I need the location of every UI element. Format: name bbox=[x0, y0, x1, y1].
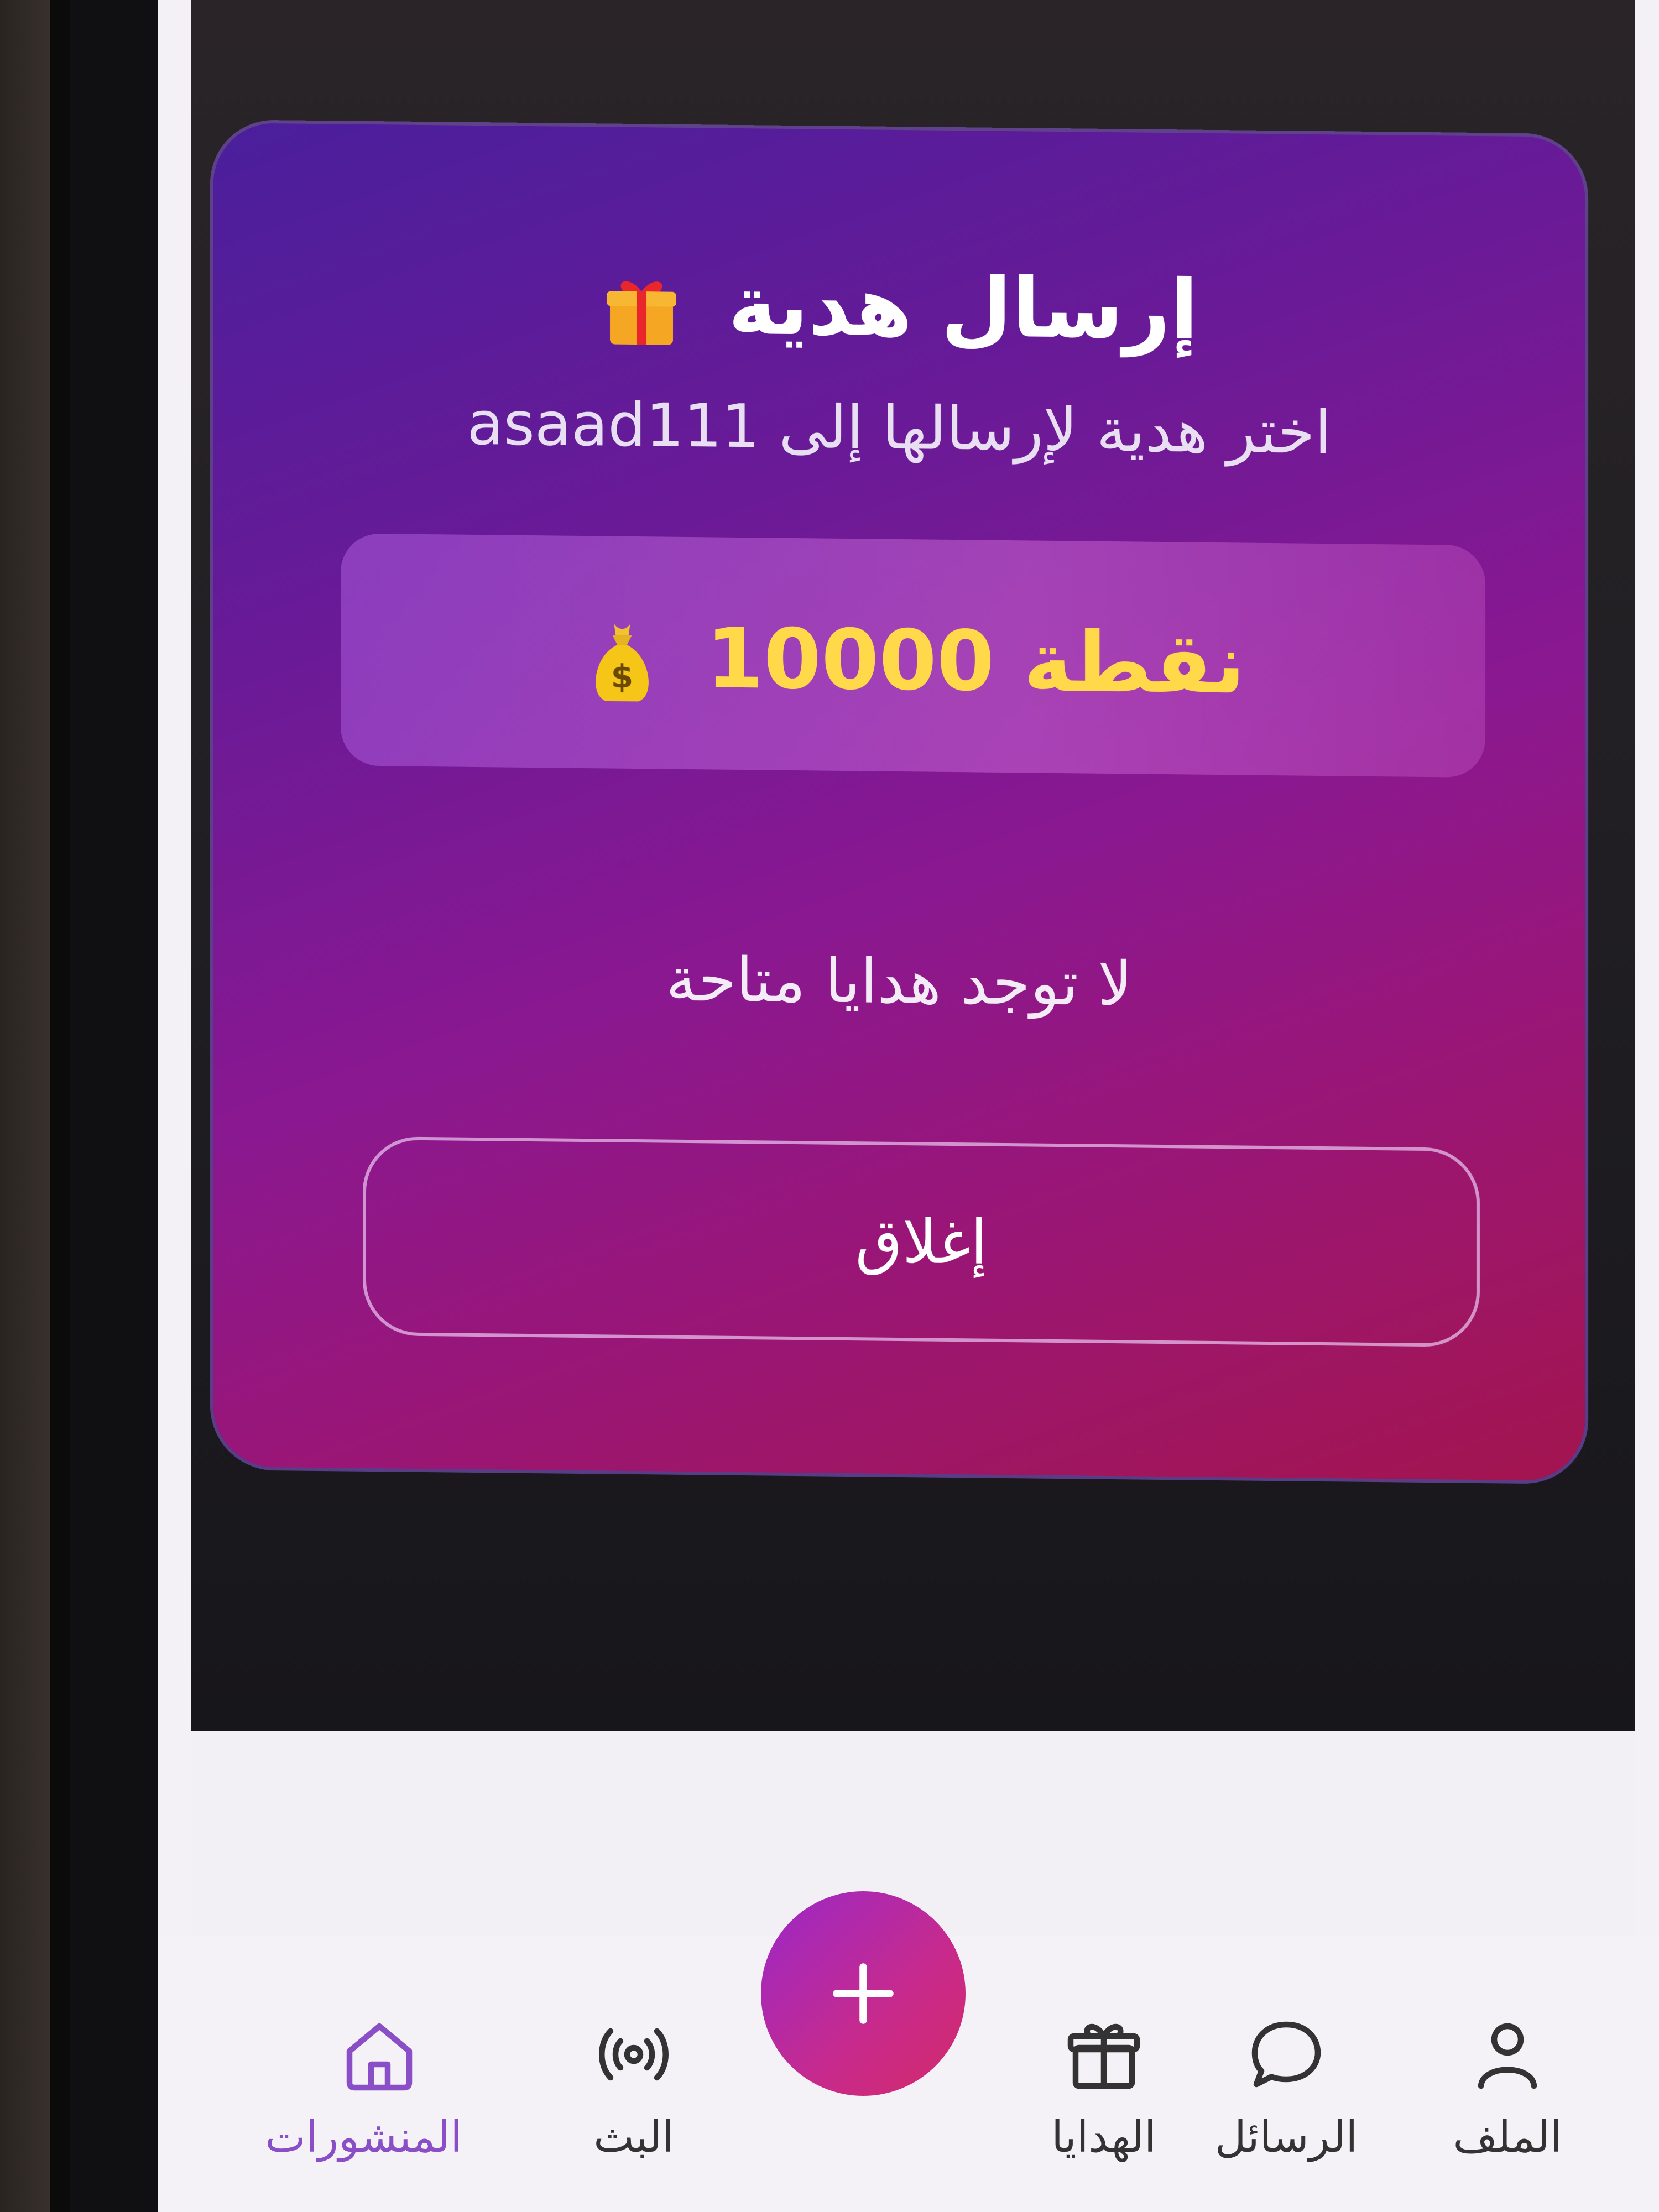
gift-icon bbox=[1067, 2023, 1140, 2089]
dialog-title-row: إرسال هدية bbox=[213, 250, 1585, 364]
home-icon bbox=[346, 2023, 413, 2091]
nav-item-gifts[interactable]: الهدايا bbox=[1021, 2013, 1187, 2162]
nav-label-live: البث bbox=[593, 2112, 674, 2162]
money-bag-icon: $ bbox=[581, 619, 664, 708]
screen: إرسال هدية اختر هدية لإرسالها إلى asaad1… bbox=[158, 0, 1659, 2212]
nav-label-gifts: الهدايا bbox=[1051, 2112, 1156, 2162]
gift-icon bbox=[600, 268, 683, 352]
plus-icon bbox=[833, 1963, 894, 2024]
phone-frame: إرسال هدية اختر هدية لإرسالها إلى asaad1… bbox=[50, 0, 1659, 2212]
bottom-nav: الملف الرسائل الهدايا البث المنشورات bbox=[158, 1891, 1659, 2212]
nav-item-messages[interactable]: الرسائل bbox=[1203, 2013, 1369, 2162]
chat-icon bbox=[1251, 2021, 1321, 2088]
profile-icon bbox=[1478, 2023, 1537, 2089]
nav-item-profile[interactable]: الملف bbox=[1425, 2013, 1590, 2162]
points-balance: نقطة 10000 bbox=[706, 611, 1245, 713]
points-balance-card: نقطة 10000 $ bbox=[341, 533, 1485, 778]
svg-text:$: $ bbox=[611, 658, 633, 695]
send-gift-dialog: إرسال هدية اختر هدية لإرسالها إلى asaad1… bbox=[213, 123, 1585, 1481]
nav-label-posts: المنشورات bbox=[265, 2112, 462, 2162]
create-post-button[interactable] bbox=[761, 1891, 966, 2096]
nav-item-posts[interactable]: المنشورات bbox=[265, 2013, 462, 2162]
nav-item-live[interactable]: البث bbox=[551, 2013, 717, 2162]
no-gifts-message: لا توجد هدايا متاحة bbox=[666, 943, 1133, 1020]
nav-label-messages: الرسائل bbox=[1214, 2112, 1358, 2162]
dialog-title: إرسال هدية bbox=[728, 257, 1198, 358]
close-button[interactable]: إغلاق bbox=[363, 1136, 1480, 1347]
broadcast-icon bbox=[599, 2028, 669, 2081]
points-row: نقطة 10000 $ bbox=[341, 608, 1485, 717]
nav-label-profile: الملف bbox=[1453, 2112, 1562, 2162]
dialog-subtitle: اختر هدية لإرسالها إلى asaad111 bbox=[467, 389, 1332, 468]
